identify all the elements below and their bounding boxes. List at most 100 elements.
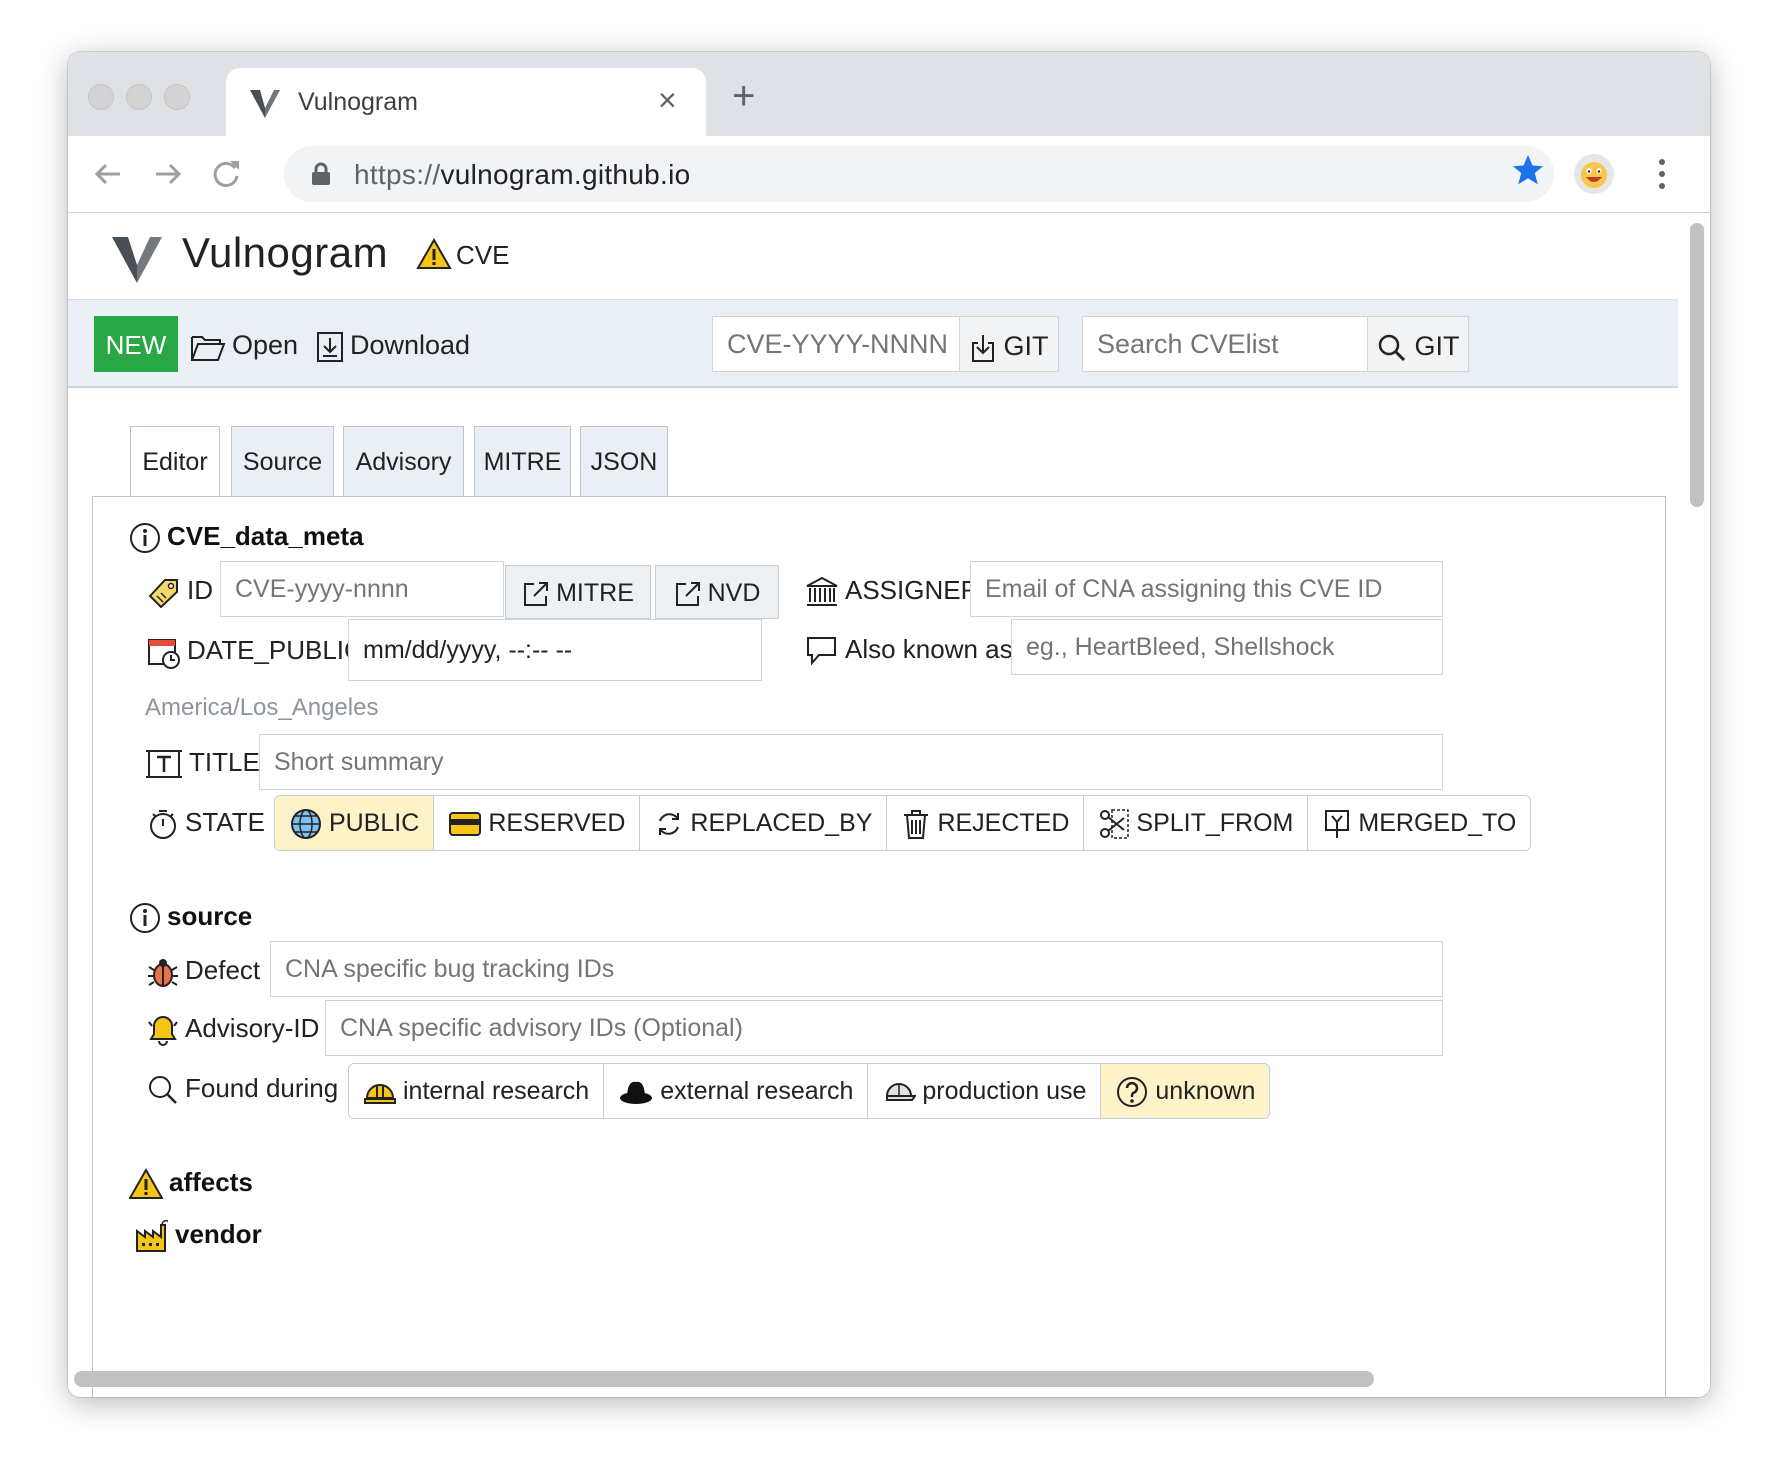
cve-id-input[interactable] <box>712 316 960 372</box>
zoom-window-button[interactable] <box>164 84 190 110</box>
editor-panel: CVE_data_meta ID MITRE NVD <box>92 496 1666 1397</box>
tab-editor[interactable]: Editor <box>130 426 220 498</box>
found-during-selector: internal research external research prod… <box>348 1063 1271 1119</box>
assigner-label-text: ASSIGNER <box>845 575 980 605</box>
cve-badge: CVE <box>416 237 509 271</box>
source-title: source <box>167 901 253 931</box>
download-icon <box>317 331 343 362</box>
app-header: Vulnogram CVE <box>68 213 1678 300</box>
folder-open-icon <box>191 335 226 361</box>
bank-icon <box>806 576 838 607</box>
found-option-label: production use <box>922 1077 1087 1105</box>
found-option-internal-research[interactable]: internal research <box>349 1064 605 1118</box>
advisory-id-field[interactable] <box>325 1000 1443 1056</box>
url-host: vulnogram.github.io <box>440 159 691 190</box>
state-option-replaced-by[interactable]: REPLACED_BY <box>640 796 888 850</box>
info-icon <box>130 523 160 554</box>
vertical-scrollbar[interactable] <box>1688 219 1704 1389</box>
warning-icon <box>416 237 452 269</box>
vendor-heading: vendor <box>135 1219 262 1253</box>
git-load-button[interactable]: GIT <box>959 316 1059 372</box>
state-option-rejected[interactable]: REJECTED <box>887 796 1085 850</box>
state-option-public[interactable]: PUBLIC <box>275 796 435 850</box>
found-option-label: external research <box>660 1077 854 1105</box>
vertical-scroll-thumb[interactable] <box>1690 223 1704 507</box>
tag-icon <box>148 579 178 609</box>
browser-menu-icon[interactable] <box>1656 156 1668 192</box>
state-option-label: RESERVED <box>488 809 626 837</box>
state-label-text: STATE <box>185 807 265 837</box>
url-scheme: https:// <box>354 159 441 190</box>
also-known-as-field[interactable] <box>1011 619 1443 675</box>
nvd-link-label: NVD <box>707 579 761 607</box>
address-bar[interactable]: https://vulnogram.github.io <box>284 146 1554 202</box>
found-option-unknown[interactable]: unknown <box>1101 1064 1270 1118</box>
hard-hat-icon <box>364 1084 396 1105</box>
download-button[interactable]: Download <box>310 316 476 372</box>
reload-icon[interactable] <box>208 156 244 192</box>
found-option-external-research[interactable]: external research <box>604 1064 869 1118</box>
also-known-as-label: Also known as <box>805 634 1013 667</box>
browser-window: Vulnogram × + https://vulnogram.github.i… <box>68 52 1710 1397</box>
id-label-text: ID <box>187 575 213 605</box>
search-icon <box>149 1076 177 1105</box>
action-bar: NEW Open Download GIT <box>68 300 1678 388</box>
vulnogram-logo-icon <box>112 237 162 283</box>
browser-titlebar: Vulnogram × + <box>68 52 1710 136</box>
state-option-reserved[interactable]: RESERVED <box>434 796 641 850</box>
refresh-icon <box>659 813 680 836</box>
assigner-field[interactable] <box>970 561 1443 617</box>
minimize-window-button[interactable] <box>126 84 152 110</box>
cve-id-field[interactable] <box>220 561 504 617</box>
cve-data-meta-title: CVE_data_meta <box>167 521 364 551</box>
download-label: Download <box>350 330 471 360</box>
state-option-split-from[interactable]: SPLIT_FROM <box>1084 796 1309 850</box>
question-circle-icon <box>1117 1077 1148 1108</box>
lock-icon <box>312 162 330 185</box>
tab-advisory[interactable]: Advisory <box>343 426 464 496</box>
search-cvelist-input[interactable] <box>1082 316 1368 372</box>
open-button[interactable]: Open <box>184 316 304 372</box>
id-label: ID <box>147 575 213 609</box>
browser-tab[interactable]: Vulnogram × <box>226 68 706 136</box>
title-label: TITLE <box>145 747 260 780</box>
title-field[interactable] <box>259 734 1443 790</box>
horizontal-scrollbar[interactable] <box>74 1371 1374 1387</box>
import-icon <box>971 334 994 362</box>
advisory-id-label-text: Advisory-ID <box>185 1013 320 1043</box>
vulnogram-favicon-icon <box>250 90 280 118</box>
state-option-merged-to[interactable]: MERGED_TO <box>1308 796 1531 850</box>
title-label-text: TITLE <box>189 747 260 777</box>
external-link-icon <box>524 582 549 607</box>
tab-title: Vulnogram <box>298 88 418 116</box>
state-option-label: MERGED_TO <box>1358 809 1517 837</box>
external-link-icon <box>675 582 700 607</box>
git-search-button[interactable]: GIT <box>1367 316 1469 372</box>
bookmark-star-icon[interactable] <box>1510 152 1546 188</box>
close-window-button[interactable] <box>88 84 114 110</box>
speech-bubble-icon <box>807 637 836 666</box>
timezone-text: America/Los_Angeles <box>145 694 379 721</box>
tab-mitre[interactable]: MITRE <box>474 426 571 496</box>
calendar-clock-icon <box>148 639 180 670</box>
state-label: STATE <box>147 807 265 840</box>
nvd-link-button[interactable]: NVD <box>655 565 779 619</box>
tab-close-icon[interactable]: × <box>658 80 677 120</box>
new-tab-button[interactable]: + <box>732 76 755 116</box>
git-label-2: GIT <box>1414 331 1460 361</box>
tab-json[interactable]: JSON <box>580 426 668 496</box>
new-button[interactable]: NEW <box>94 316 178 372</box>
info-icon <box>130 903 160 934</box>
mitre-link-button[interactable]: MITRE <box>505 565 651 619</box>
source-heading: source <box>129 901 252 934</box>
forward-arrow-icon[interactable] <box>150 156 186 192</box>
profile-avatar[interactable] <box>1574 154 1614 194</box>
title-text-icon <box>146 750 182 779</box>
merge-icon <box>1325 810 1350 839</box>
globe-icon <box>291 809 321 840</box>
found-option-production-use[interactable]: production use <box>868 1064 1102 1118</box>
tab-source[interactable]: Source <box>231 426 334 496</box>
date-public-field[interactable]: mm/dd/yyyy, --:-- -- <box>348 619 762 681</box>
defect-field[interactable] <box>270 941 1443 997</box>
back-arrow-icon[interactable] <box>90 156 126 192</box>
